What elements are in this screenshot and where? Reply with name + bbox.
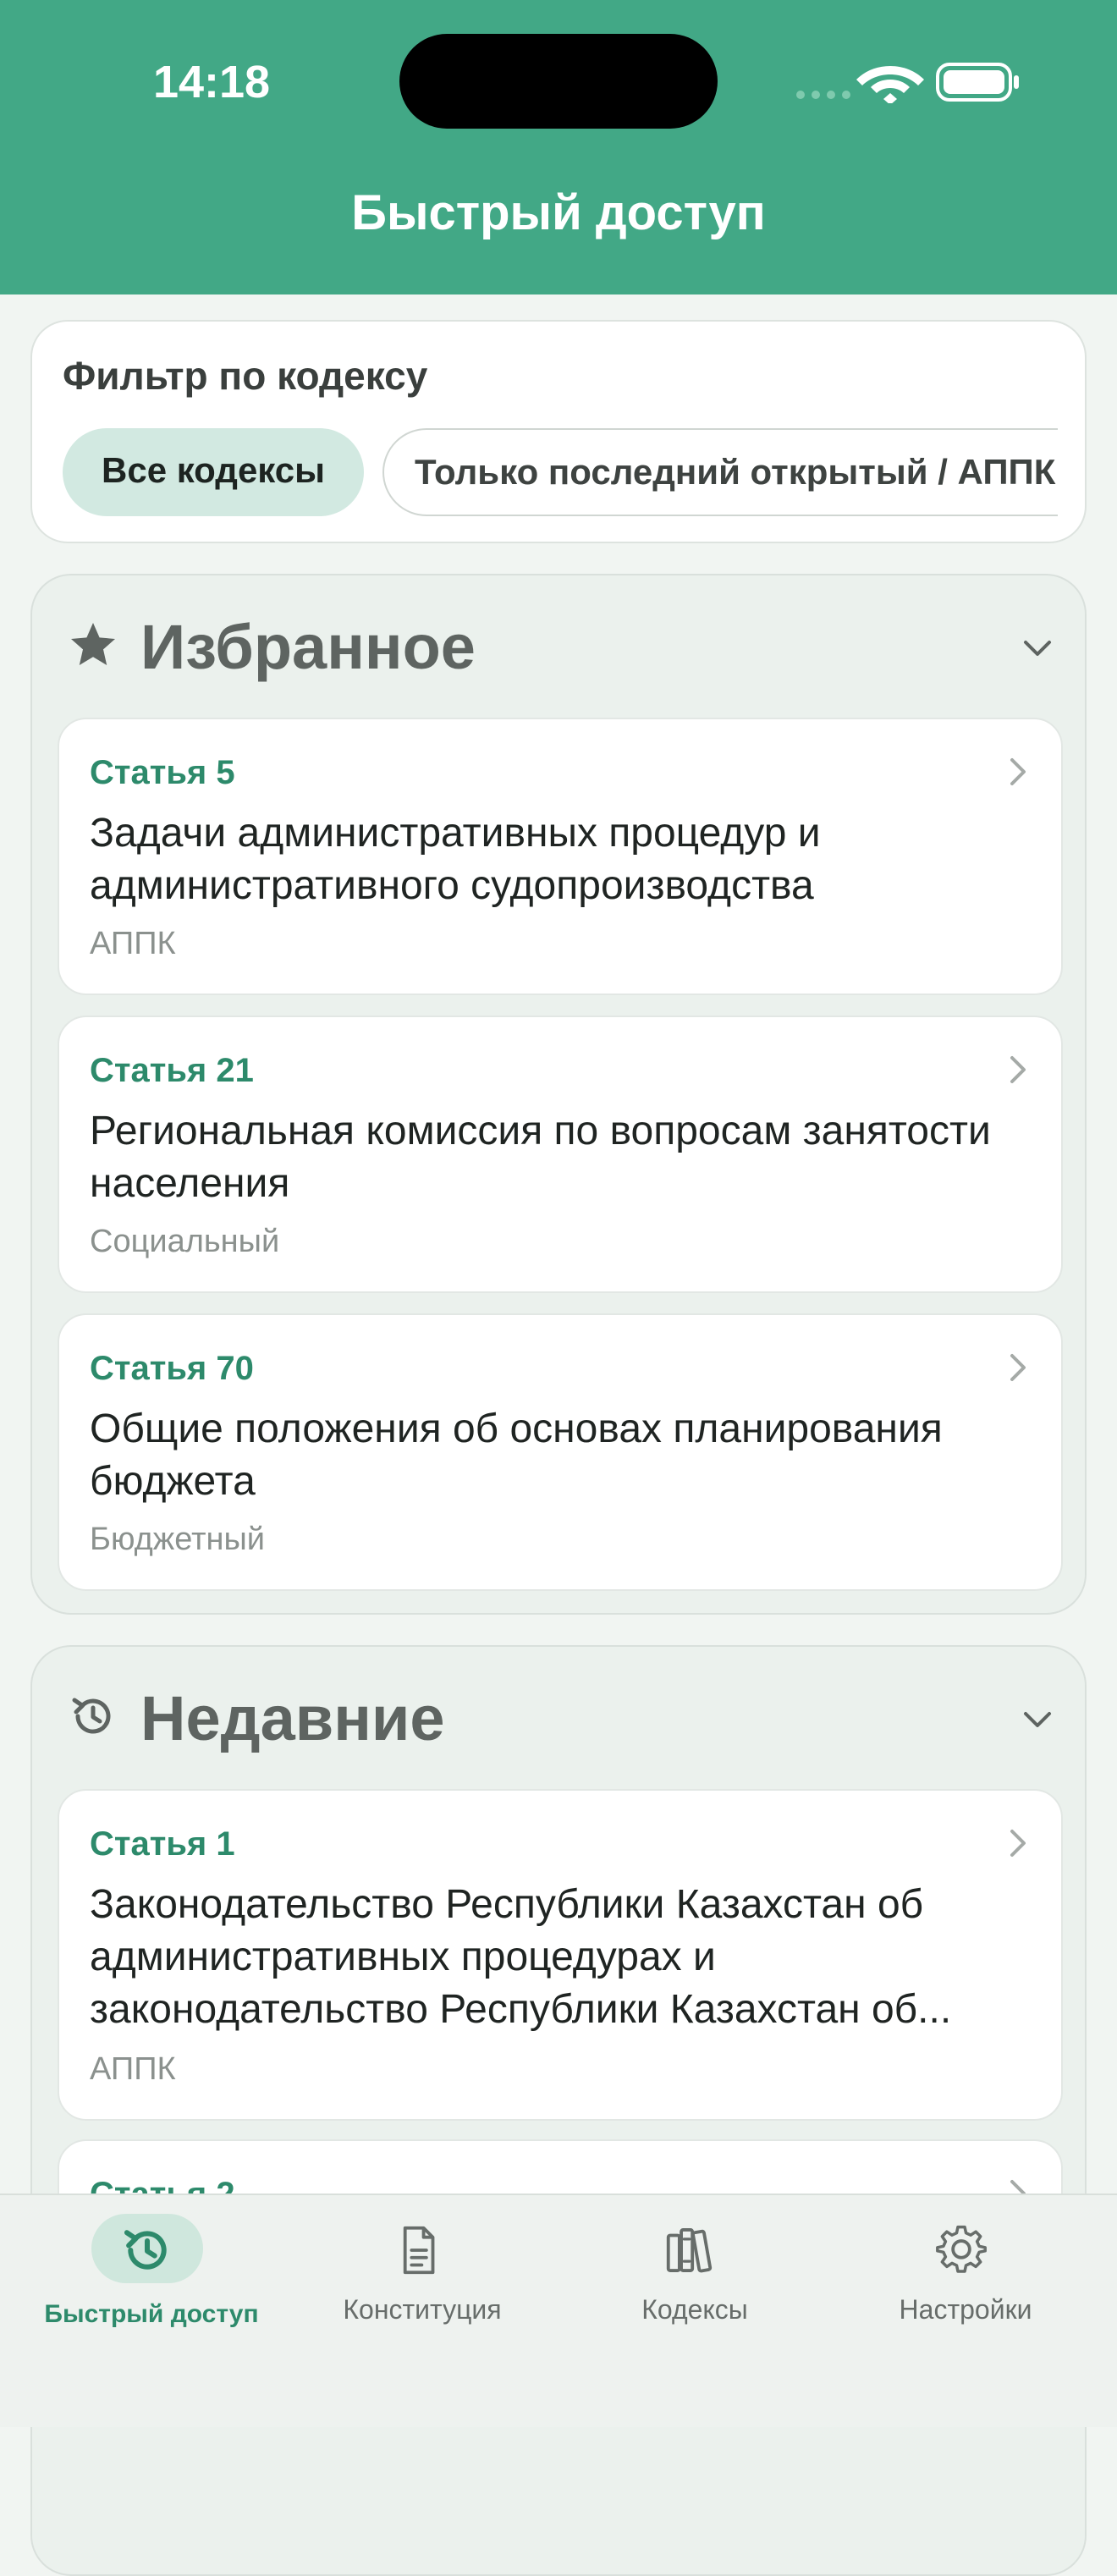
filter-title: Фильтр по кодексу — [63, 354, 428, 398]
history-icon — [124, 2230, 167, 2270]
article-number: Статья 5 — [90, 754, 235, 791]
wifi-icon — [856, 66, 924, 103]
tab-settings[interactable]: Настройки — [826, 2195, 1105, 2364]
article-number: Статья 1 — [90, 1825, 235, 1863]
article-title: Задачи административных процедур и админ… — [90, 811, 821, 908]
tab-quick-access[interactable]: Быстрый доступ — [12, 2195, 291, 2364]
tab-constitution[interactable]: Конституция — [283, 2195, 562, 2364]
tab-label: Быстрый доступ — [44, 2300, 259, 2328]
code-label: АППК — [90, 926, 176, 961]
star-icon — [71, 623, 115, 665]
signal-dots-icon — [796, 91, 850, 99]
chevron-down-icon[interactable] — [1019, 630, 1056, 667]
article-number: Статья 21 — [90, 1052, 254, 1089]
app-header: 14:18 Быстрый доступ — [0, 0, 1117, 294]
chevron-right-icon — [1010, 758, 1026, 785]
chevron-right-icon — [1010, 1830, 1026, 1857]
chevron-right-icon — [1010, 1056, 1026, 1083]
filter-chips[interactable]: Все кодексы Только последний открытый / … — [63, 428, 1058, 516]
favorites-header[interactable]: Избранное — [32, 575, 1088, 719]
chip-all-codes[interactable]: Все кодексы — [63, 428, 364, 516]
article-title: Законодательство Республики Казахстан об… — [90, 1882, 952, 2032]
favorite-item[interactable]: Статья 5 Задачи административных процеду… — [58, 718, 1063, 995]
favorite-item[interactable]: Статья 70 Общие положения об основах пла… — [58, 1313, 1063, 1591]
tab-bar: Быстрый доступ Конституция Кодексы Настр… — [0, 2193, 1117, 2427]
recent-title: Недавние — [140, 1683, 445, 1753]
code-label: Социальный — [90, 1224, 280, 1259]
document-icon — [403, 2226, 435, 2275]
favorites-title: Избранное — [140, 612, 476, 682]
gear-icon — [936, 2225, 987, 2273]
tab-label: Кодексы — [641, 2294, 748, 2325]
dynamic-island — [399, 34, 718, 129]
books-icon — [666, 2228, 713, 2273]
article-number: Статья 70 — [90, 1350, 254, 1387]
recent-section: Недавние Статья 1 Законодательство Респу… — [30, 1645, 1087, 2576]
status-time: 14:18 — [152, 57, 271, 107]
battery-icon — [936, 63, 1019, 102]
tab-label: Настройки — [899, 2294, 1032, 2325]
chevron-right-icon — [1010, 1354, 1026, 1381]
code-filter-card: Фильтр по кодексу Все кодексы Только пос… — [30, 320, 1087, 543]
favorites-section: Избранное Статья 5 Задачи административн… — [30, 574, 1087, 1615]
recent-item[interactable]: Статья 1 Законодательство Республики Каз… — [58, 1789, 1063, 2121]
status-icons — [796, 63, 1019, 103]
chevron-down-icon[interactable] — [1019, 1701, 1056, 1738]
code-label: Бюджетный — [90, 1522, 265, 1557]
article-title: Общие положения об основах планирования … — [90, 1406, 943, 1504]
history-icon — [72, 1698, 111, 1734]
article-title: Региональная комиссия по вопросам занято… — [90, 1109, 991, 1206]
page-title: Быстрый доступ — [351, 185, 766, 240]
favorite-item[interactable]: Статья 21 Региональная комиссия по вопро… — [58, 1016, 1063, 1293]
code-label: АППК — [90, 2051, 176, 2087]
recent-header[interactable]: Недавние — [32, 1647, 1088, 1791]
chip-last-opened[interactable]: Только последний открытый / АППК — [382, 428, 1058, 516]
tab-label: Конституция — [343, 2294, 502, 2325]
tab-codes[interactable]: Кодексы — [555, 2195, 834, 2364]
